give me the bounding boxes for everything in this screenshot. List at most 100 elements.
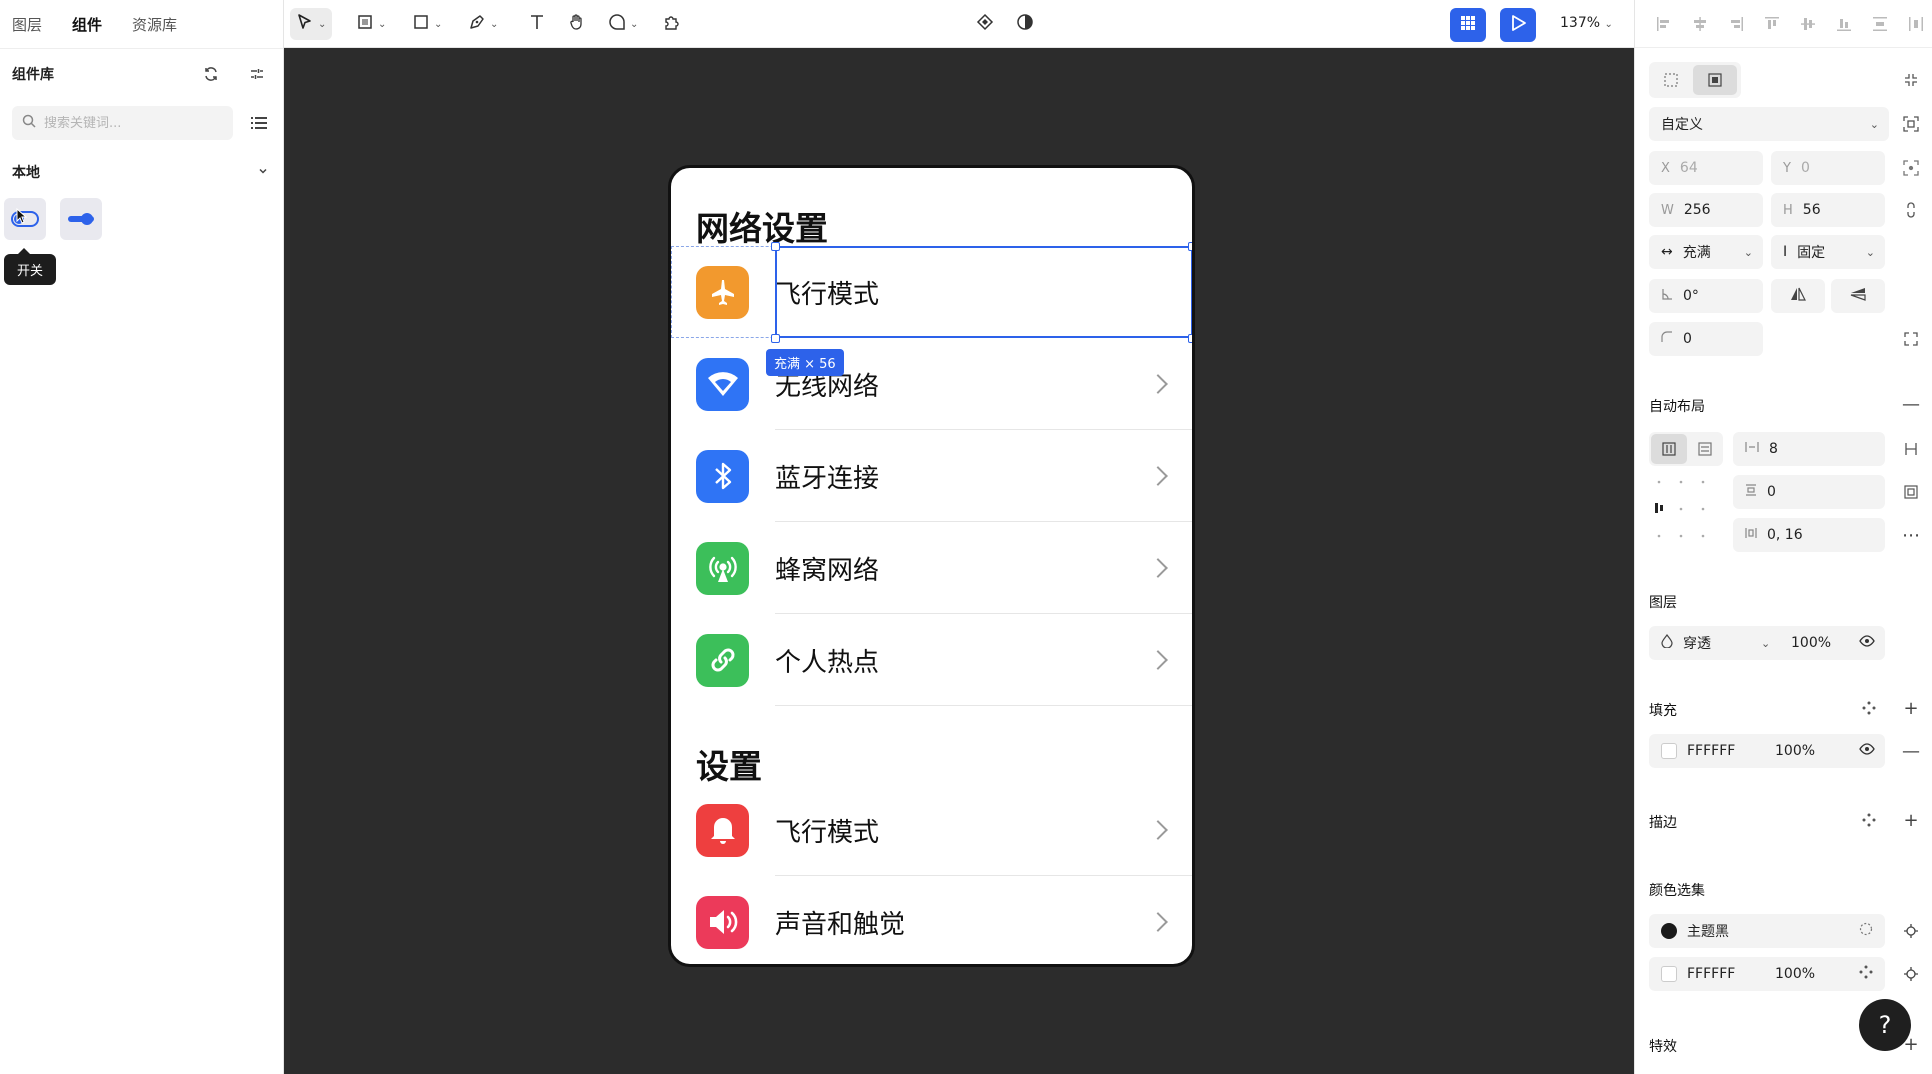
rectangle-tool[interactable]: ⌄ (412, 8, 442, 40)
style-icon[interactable] (1857, 808, 1881, 832)
list-view-icon[interactable] (247, 111, 271, 135)
tab-layers[interactable]: 图层 (12, 14, 42, 35)
switch-on-component[interactable] (60, 198, 102, 240)
remove-auto-layout-icon[interactable]: — (1899, 392, 1923, 416)
list-item-hotspot[interactable]: 个人热点 (671, 614, 1192, 706)
height-mode-select[interactable]: I 固定 ⌄ (1771, 235, 1885, 269)
x-field[interactable]: X 64 (1649, 151, 1763, 185)
selection-color-row-1[interactable]: 主题黑 (1649, 914, 1885, 948)
blend-mode-select[interactable]: 穿透 ⌄ 100% (1649, 626, 1885, 660)
app: 图层 组件 资源库 组件库 搜索关键词... 本地 开关 ⌄ ⌄ ⌄ ⌄ ⌄ 1… (0, 0, 1932, 1074)
phone-frame[interactable]: 网络设置 飞行模式 无线网络 蓝牙连接 蜂窝网络 个人热点 设置 飞行模式 声音… (668, 165, 1195, 967)
alignment-grid[interactable] (1653, 476, 1713, 542)
frame-tool[interactable]: ⌄ (356, 8, 386, 40)
constrain-proportions-icon[interactable] (1899, 198, 1923, 222)
zoom-select[interactable]: 137% ⌄ (1560, 15, 1613, 31)
collapse-icon[interactable] (1899, 68, 1923, 92)
list-item-wifi[interactable]: 无线网络 (671, 338, 1192, 430)
refresh-icon[interactable] (199, 62, 223, 86)
flip-horizontal-icon (1790, 287, 1806, 305)
fit-frame-icon[interactable] (1899, 112, 1923, 136)
align-bottom-icon[interactable] (1833, 13, 1855, 35)
rotation-field[interactable]: 0° (1649, 279, 1763, 313)
component-tool[interactable] (976, 8, 994, 40)
layout-vertical-icon[interactable] (1687, 434, 1723, 464)
remove-fill-icon[interactable]: — (1899, 739, 1923, 763)
corner-radius-field[interactable]: 0 (1649, 322, 1763, 356)
resize-handle-br[interactable] (1188, 334, 1192, 343)
align-center-v-icon[interactable] (1797, 13, 1819, 35)
independent-corners-icon[interactable] (1899, 327, 1923, 351)
distribute-h-icon[interactable] (1905, 13, 1927, 35)
fill-row[interactable]: FFFFFF 100% (1649, 734, 1885, 768)
resize-handle-bl[interactable] (771, 334, 780, 343)
align-toolbar (1635, 0, 1932, 48)
flip-vertical-button[interactable] (1831, 279, 1885, 313)
align-top-icon[interactable] (1761, 13, 1783, 35)
row-label: 声音和触觉 (775, 909, 906, 940)
list-item-notification[interactable]: 飞行模式 (671, 784, 1192, 876)
selection-colors-title: 颜色选集 (1649, 883, 1705, 899)
fill-swatch[interactable] (1661, 743, 1677, 759)
move-tool[interactable]: ⌄ (290, 8, 333, 40)
resize-handle-tl[interactable] (771, 242, 780, 251)
eye-icon[interactable] (1859, 635, 1875, 651)
h-field[interactable]: H 56 (1771, 193, 1885, 227)
more-options-icon[interactable]: ⋯ (1899, 523, 1923, 547)
gap-field[interactable]: 8 (1733, 432, 1885, 466)
add-stroke-icon[interactable]: + (1899, 808, 1923, 832)
search-input[interactable] (44, 115, 214, 131)
detach-style-icon[interactable] (1859, 922, 1873, 940)
plugin-tool[interactable] (662, 8, 680, 40)
settings-sliders-icon[interactable] (245, 62, 269, 86)
w-value: 256 (1683, 202, 1711, 218)
padding-horizontal-field[interactable]: 0, 16 (1733, 518, 1885, 552)
help-button[interactable]: ? (1859, 999, 1911, 1051)
width-mode-select[interactable]: ↔ 充满 ⌄ (1649, 235, 1763, 269)
selection-color-row-2[interactable]: FFFFFF 100% (1649, 957, 1885, 991)
align-center-h-icon[interactable] (1689, 13, 1711, 35)
align-right-icon[interactable] (1725, 13, 1747, 35)
style-icon[interactable] (1859, 965, 1873, 983)
layout-horizontal-icon[interactable] (1651, 434, 1687, 464)
padding-horizontal-value: 0, 16 (1767, 527, 1803, 543)
top-toolbar: ⌄ ⌄ ⌄ ⌄ ⌄ 137% ⌄ (284, 0, 1634, 48)
frame-type-fixed-icon[interactable] (1693, 65, 1737, 95)
pen-tool[interactable]: ⌄ (468, 8, 498, 40)
grid-view-button[interactable] (1450, 8, 1486, 42)
switch-off-component[interactable] (4, 198, 46, 240)
mask-tool[interactable] (1016, 8, 1034, 40)
flip-horizontal-button[interactable] (1771, 279, 1825, 313)
target-icon[interactable] (1899, 919, 1923, 943)
target-icon[interactable] (1899, 962, 1923, 986)
list-item-cellular[interactable]: 蜂窝网络 (671, 522, 1192, 614)
add-fill-icon[interactable]: + (1899, 696, 1923, 720)
gap-mode-icon[interactable] (1899, 437, 1923, 461)
text-tool[interactable] (528, 8, 546, 40)
layer-opacity-value: 100% (1791, 635, 1832, 651)
canvas[interactable]: 网络设置 飞行模式 无线网络 蓝牙连接 蜂窝网络 个人热点 设置 飞行模式 声音… (284, 48, 1634, 1074)
list-item-sound[interactable]: 声音和触觉 (671, 876, 1192, 964)
frame-preset-select[interactable]: 自定义 ⌄ (1649, 107, 1889, 141)
frame-type-free-icon[interactable] (1649, 62, 1693, 98)
style-icon[interactable] (1857, 696, 1881, 720)
hand-icon (568, 13, 586, 35)
position-icon[interactable] (1899, 156, 1923, 180)
y-field[interactable]: Y0 (1771, 151, 1885, 185)
comment-tool[interactable]: ⌄ (608, 8, 638, 40)
w-field[interactable]: W 256 (1649, 193, 1763, 227)
corner-radius-value: 0 (1683, 331, 1692, 347)
align-left-icon[interactable] (1653, 13, 1675, 35)
hand-tool[interactable] (568, 8, 586, 40)
local-section-header[interactable]: 本地 (0, 148, 283, 196)
padding-individual-icon[interactable] (1899, 480, 1923, 504)
tab-components[interactable]: 组件 (72, 14, 102, 35)
list-item-bluetooth[interactable]: 蓝牙连接 (671, 430, 1192, 522)
selection-box[interactable] (775, 246, 1192, 338)
tab-assets[interactable]: 资源库 (132, 14, 177, 35)
eye-icon[interactable] (1859, 743, 1875, 759)
distribute-v-icon[interactable] (1869, 13, 1891, 35)
resize-handle-tr[interactable] (1188, 242, 1192, 251)
padding-vertical-field[interactable]: 0 (1733, 475, 1885, 509)
prototype-play-button[interactable] (1500, 8, 1536, 42)
